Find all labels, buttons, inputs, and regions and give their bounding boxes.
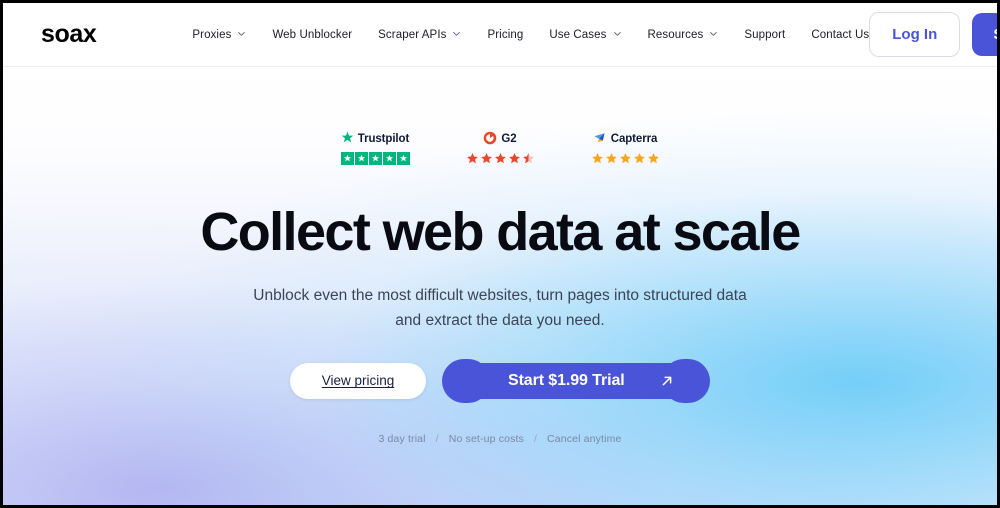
nav-item-resources[interactable]: Resources — [648, 29, 719, 41]
fineprint-item-3: Cancel anytime — [547, 432, 622, 445]
g2-logo-icon — [483, 131, 497, 150]
rating-star — [368, 152, 382, 165]
hero-subheadline-line-1: Unblock even the most difficult websites… — [253, 286, 747, 304]
nav-item-use-cases[interactable]: Use Cases — [549, 29, 621, 41]
nav-item-pricing[interactable]: Pricing — [487, 29, 523, 41]
rating-star — [382, 152, 396, 165]
badge-capterra[interactable]: Capterra — [591, 131, 660, 170]
review-badges: Trustpilot G2 Capterra — [340, 131, 660, 170]
fineprint-item-1: 3 day trial — [378, 432, 426, 445]
nav-item-label: Web Unblocker — [272, 28, 353, 41]
rating-star — [466, 152, 479, 170]
trial-fineprint: 3 day trial / No set-up costs / Cancel a… — [378, 433, 621, 445]
site-header: soax Proxies Web Unblocker Scraper APIs … — [3, 3, 997, 67]
nav-item-label: Use Cases — [549, 28, 607, 41]
chevron-down-icon — [452, 29, 461, 38]
badge-label: Trustpilot — [357, 133, 410, 146]
rating-star — [340, 152, 354, 165]
rating-star-half — [522, 152, 535, 170]
start-trial-button[interactable]: Start $1.99 Trial — [442, 358, 710, 403]
fineprint-item-2: No set-up costs — [448, 432, 524, 445]
rating-star — [480, 152, 493, 170]
fineprint-separator: / — [435, 432, 439, 445]
rating-star — [605, 152, 618, 170]
fineprint-separator: / — [533, 432, 538, 445]
main-navigation: Proxies Web Unblocker Scraper APIs Prici… — [192, 29, 869, 41]
nav-item-proxies[interactable]: Proxies — [192, 29, 246, 41]
nav-item-web-unblocker[interactable]: Web Unblocker — [272, 29, 352, 41]
g2-rating-stars — [466, 152, 535, 170]
rating-star — [591, 152, 604, 170]
signup-button[interactable]: Sign Up — [972, 13, 997, 56]
login-button[interactable]: Log In — [869, 12, 961, 57]
trustpilot-rating-stars — [340, 152, 410, 165]
rating-star — [508, 152, 521, 170]
view-pricing-button[interactable]: View pricing — [290, 362, 426, 399]
brand-logo[interactable]: soax — [41, 22, 97, 47]
nav-item-support[interactable]: Support — [744, 29, 785, 41]
rating-star — [633, 152, 646, 170]
rating-star — [396, 152, 410, 165]
rating-star — [354, 152, 368, 165]
badge-trustpilot[interactable]: Trustpilot — [340, 131, 410, 165]
rating-star — [619, 152, 632, 170]
nav-item-label: Contact Us — [811, 28, 870, 41]
capterra-rating-stars — [591, 152, 660, 170]
rating-star — [647, 152, 660, 170]
chevron-down-icon — [237, 29, 246, 38]
nav-item-label: Pricing — [487, 28, 524, 41]
header-actions: Log In Sign Up — [869, 12, 997, 57]
nav-item-scraper-apis[interactable]: Scraper APIs — [378, 29, 461, 41]
hero-headline: Collect web data at scale — [200, 202, 801, 262]
badge-g2[interactable]: G2 — [466, 131, 535, 170]
view-pricing-label: View pricing — [321, 373, 395, 389]
arrow-up-right-icon — [660, 374, 674, 388]
nav-item-contact-us[interactable]: Contact Us — [811, 29, 869, 41]
nav-item-label: Resources — [647, 28, 704, 41]
chevron-down-icon — [613, 29, 622, 38]
nav-item-label: Support — [744, 28, 786, 41]
rating-star — [494, 152, 507, 170]
hero-subheadline-line-2: and extract the data you need. — [395, 311, 605, 329]
badge-label: G2 — [501, 133, 517, 146]
badge-label: Capterra — [610, 133, 658, 146]
trustpilot-star-icon — [341, 131, 354, 149]
nav-item-label: Proxies — [192, 28, 232, 41]
hero-subheadline: Unblock even the most difficult websites… — [253, 283, 746, 333]
hero-cta-row: View pricing Start $1.99 Trial — [290, 358, 710, 403]
nav-item-label: Scraper APIs — [378, 28, 447, 41]
capterra-logo-icon — [593, 131, 607, 150]
hero-section: Trustpilot G2 Capterra Collect web data … — [3, 67, 997, 505]
page-root: soax Proxies Web Unblocker Scraper APIs … — [0, 0, 1000, 508]
chevron-down-icon — [709, 29, 718, 38]
